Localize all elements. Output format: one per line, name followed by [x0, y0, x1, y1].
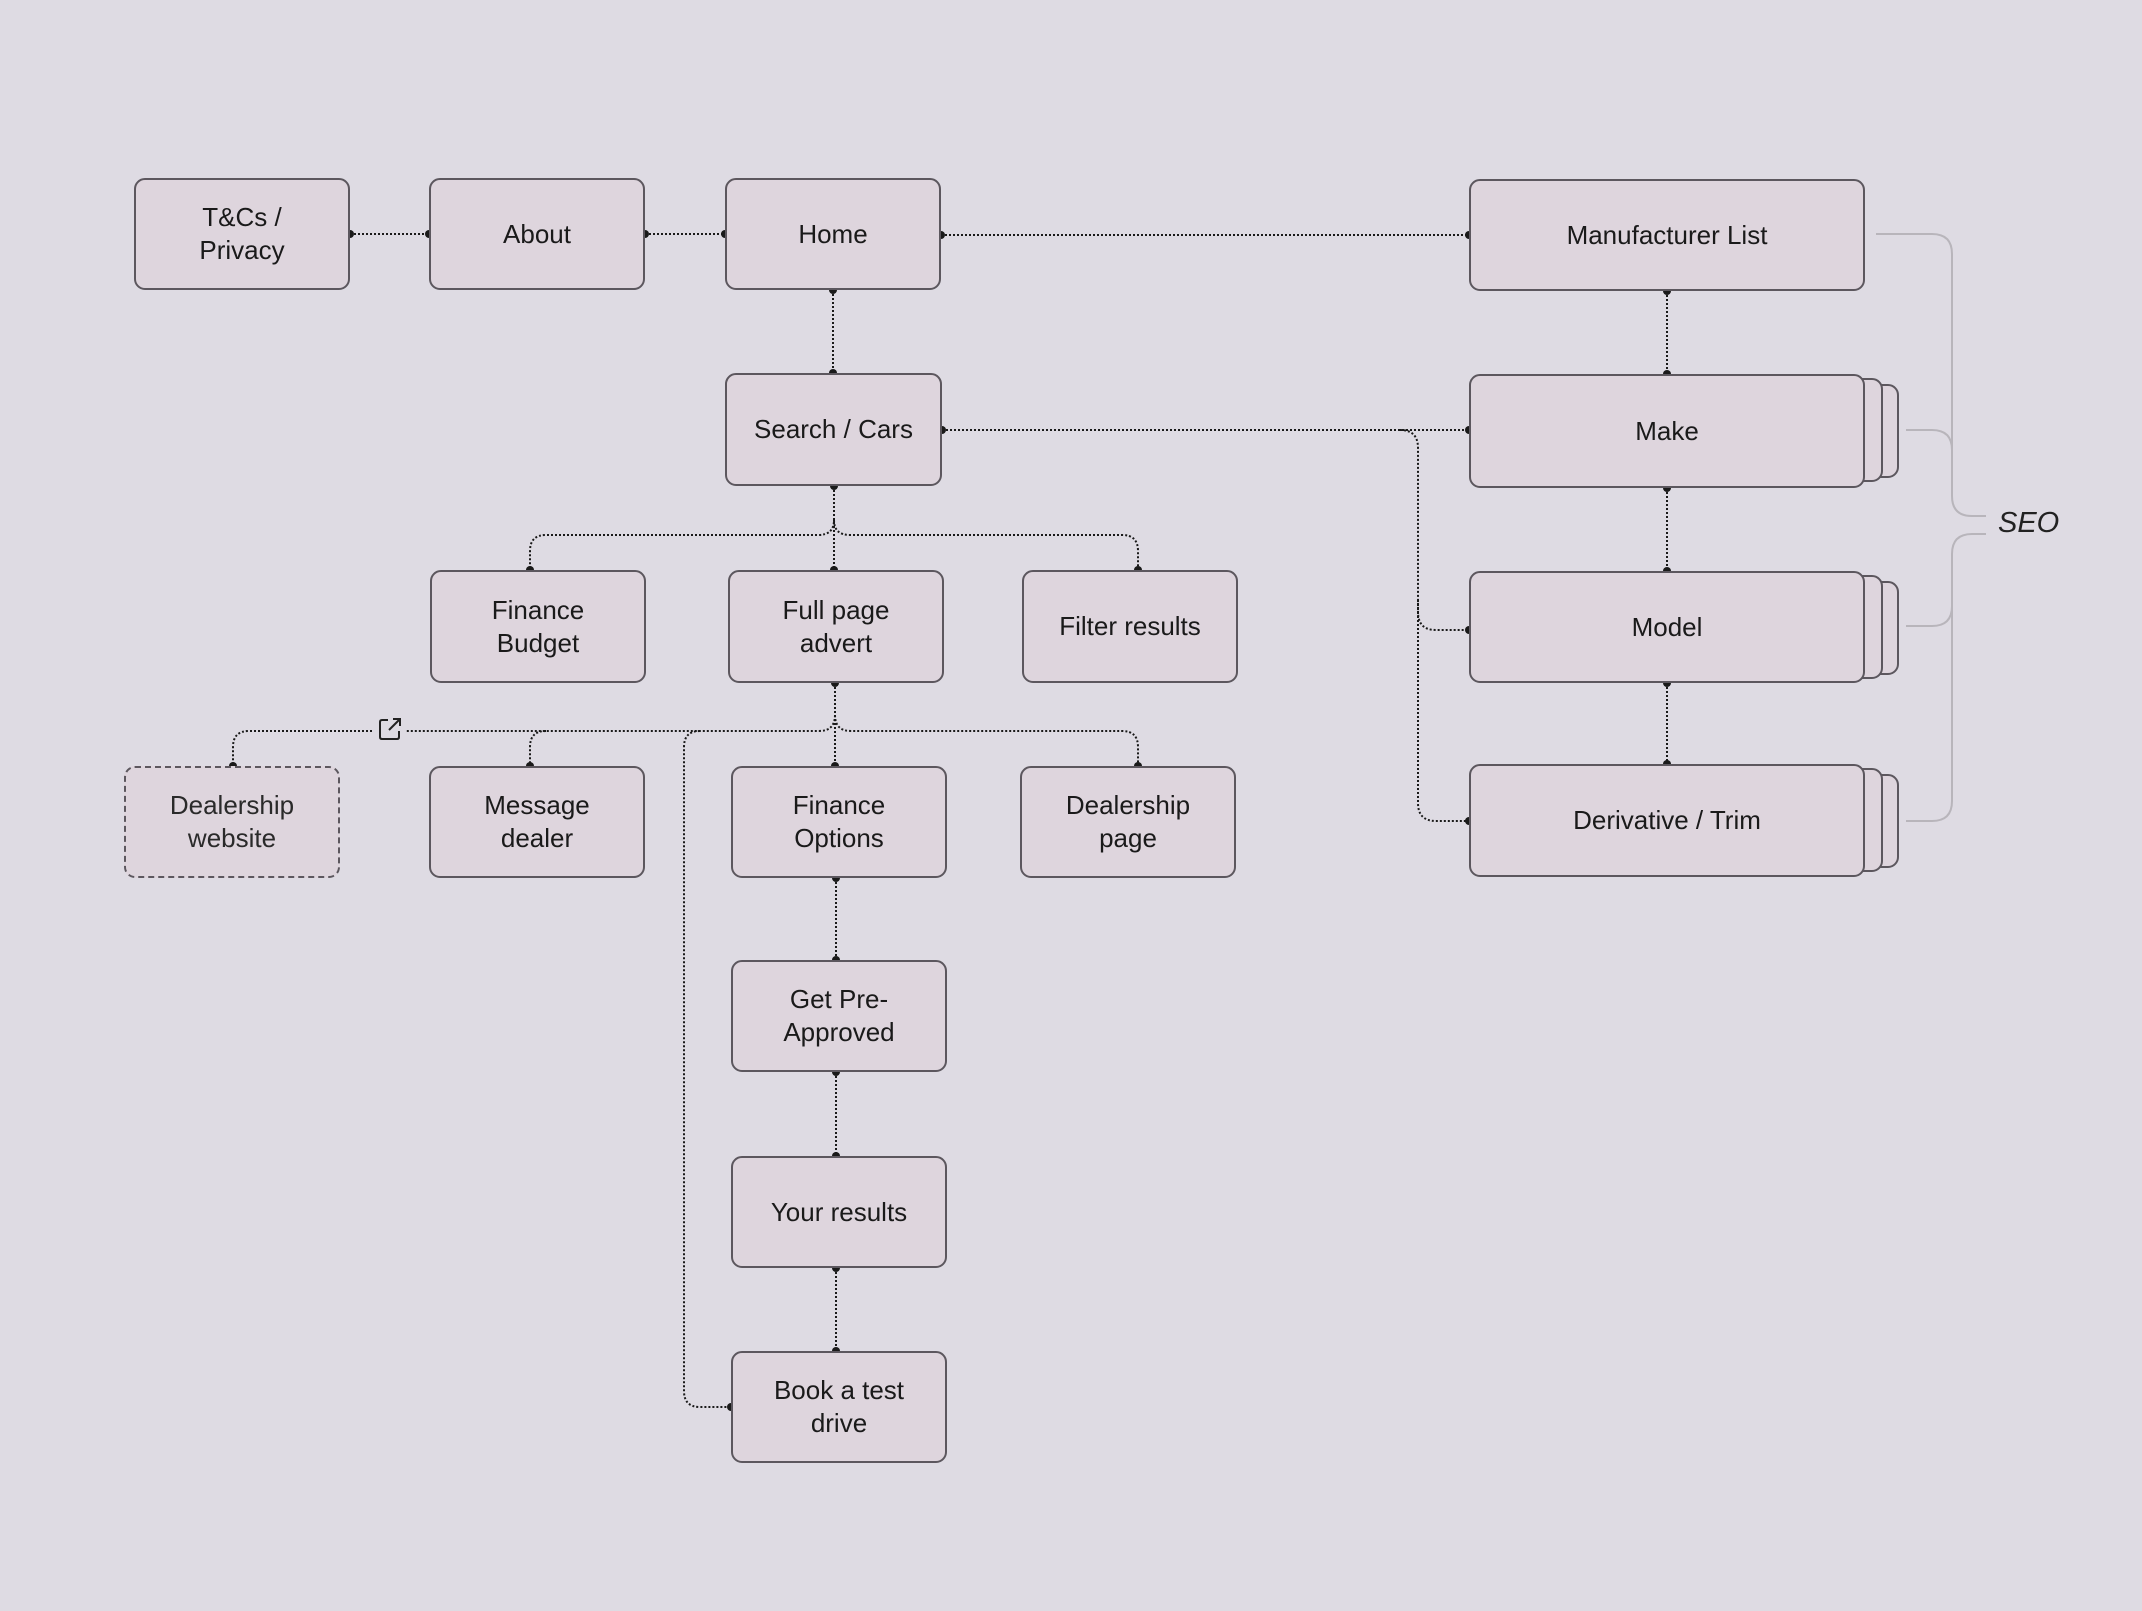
link-advert-message [529, 730, 547, 766]
seo-bracket [1876, 233, 1986, 822]
seo-label: SEO [1998, 507, 2060, 539]
link-advert-dealer-website-2 [232, 730, 372, 766]
node-finance-options[interactable]: Finance Options [731, 766, 947, 878]
node-message-dealer[interactable]: Message dealer [429, 766, 645, 878]
link-advert-test-drive [683, 730, 731, 1408]
node-dealership-page[interactable]: Dealership page [1020, 766, 1236, 878]
node-your-results[interactable]: Your results [731, 1156, 947, 1268]
node-derivative-trim[interactable]: Derivative / Trim [1469, 764, 1865, 877]
external-link-icon [379, 718, 401, 740]
node-make[interactable]: Make [1469, 374, 1865, 488]
link-search-finance-budget [529, 486, 835, 570]
node-get-pre-approved[interactable]: Get Pre-Approved [731, 960, 947, 1072]
link-search-derivative [1417, 600, 1469, 822]
node-finance-budget[interactable]: Finance Budget [430, 570, 646, 683]
node-about[interactable]: About [429, 178, 645, 290]
link-search-filter [833, 519, 1139, 570]
node-dealership-website[interactable]: Dealership website [124, 766, 340, 878]
link-advert-dealer-website [406, 683, 836, 732]
node-filter-results[interactable]: Filter results [1022, 570, 1238, 683]
node-terms-privacy[interactable]: T&Cs / Privacy [134, 178, 350, 290]
node-book-test-drive[interactable]: Book a test drive [731, 1351, 947, 1463]
link-advert-dealership-page [834, 714, 1139, 766]
node-search-cars[interactable]: Search / Cars [725, 373, 942, 486]
node-home[interactable]: Home [725, 178, 941, 290]
node-full-page-advert[interactable]: Full page advert [728, 570, 944, 683]
node-manufacturer-list[interactable]: Manufacturer List [1469, 179, 1865, 291]
link-search-model [1399, 429, 1469, 631]
node-model[interactable]: Model [1469, 571, 1865, 683]
